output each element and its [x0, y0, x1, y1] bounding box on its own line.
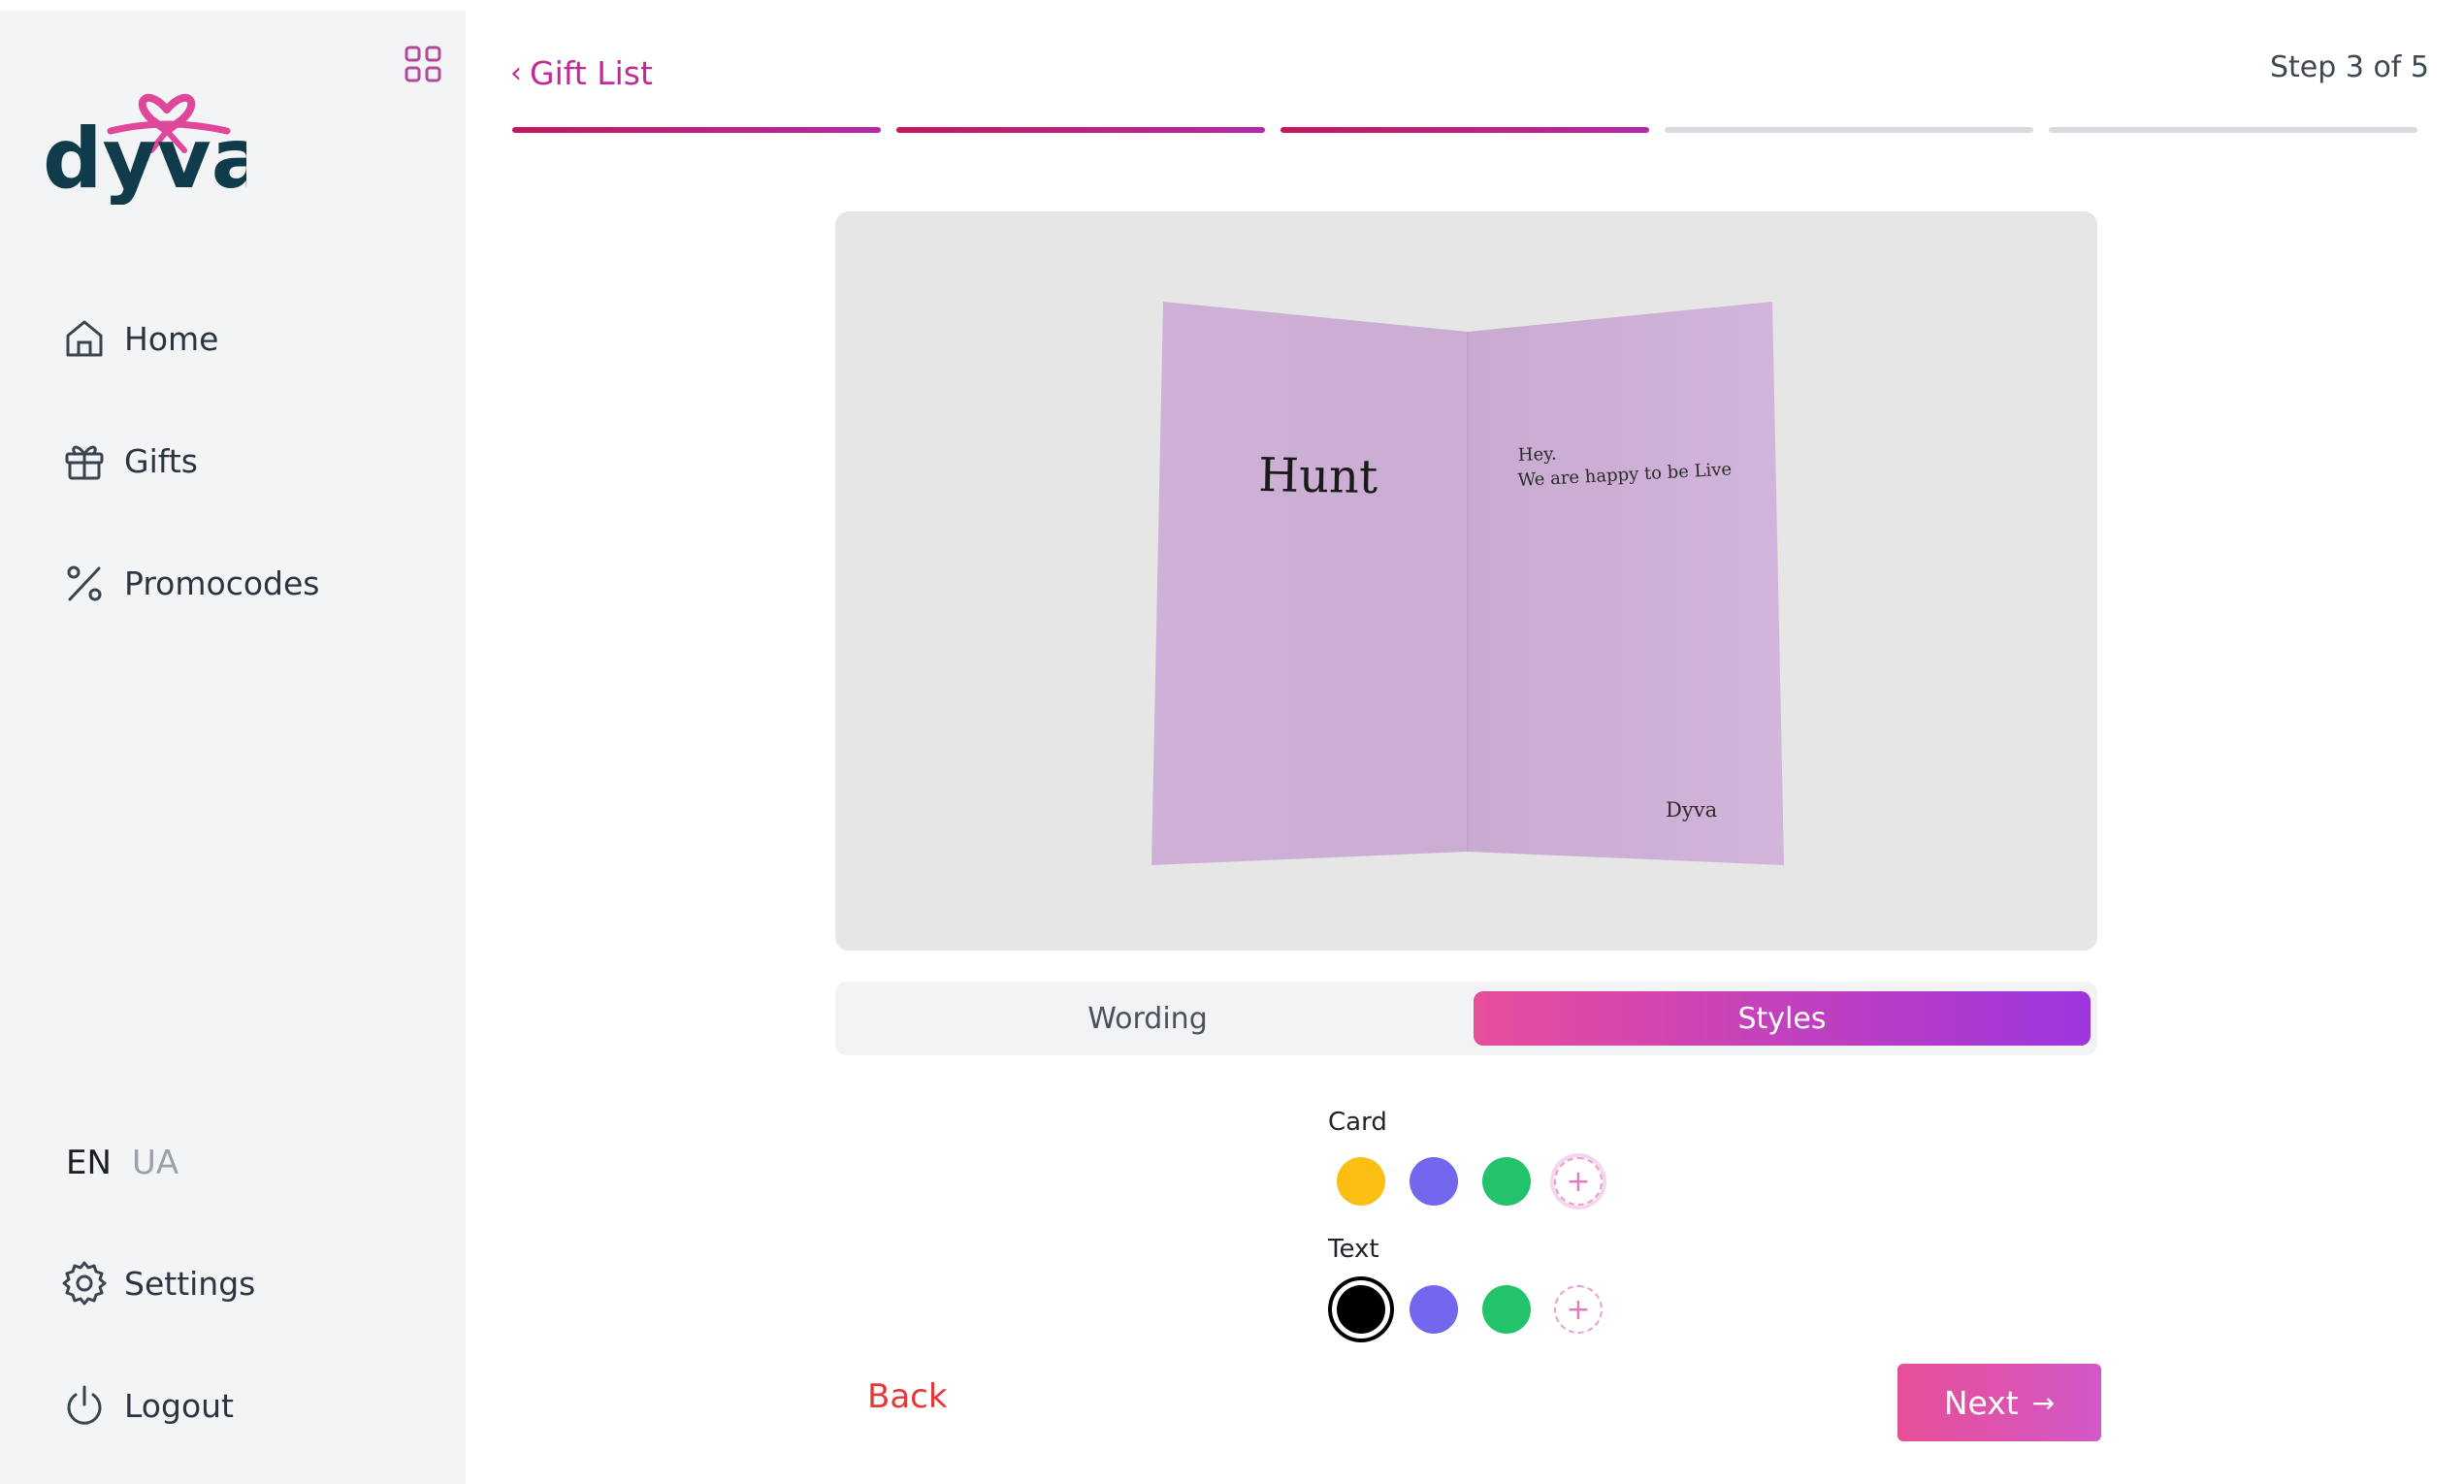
nav-gifts-label: Gifts [124, 441, 198, 480]
gear-icon [60, 1259, 109, 1307]
editor-tabs: Wording Styles [835, 982, 2097, 1055]
plus-icon: + [1566, 1164, 1591, 1199]
nav-settings-label: Settings [124, 1264, 256, 1303]
nav-logout[interactable]: Logout [60, 1376, 234, 1435]
card-color-green[interactable] [1482, 1157, 1531, 1206]
text-color-black[interactable] [1337, 1285, 1385, 1334]
text-color-add-button[interactable]: + [1554, 1285, 1603, 1334]
progress-step-3 [1281, 127, 1649, 133]
back-to-gift-list-link[interactable]: ‹ Gift List [510, 54, 653, 92]
brand-logo[interactable]: dyva [43, 69, 268, 208]
nav-logout-label: Logout [124, 1386, 234, 1425]
text-color-green[interactable] [1482, 1285, 1531, 1334]
power-icon [60, 1381, 109, 1430]
progress-step-2 [896, 127, 1265, 133]
tab-styles[interactable]: Styles [1474, 991, 2091, 1046]
plus-icon: + [1566, 1292, 1591, 1327]
card-color-yellow[interactable] [1337, 1157, 1385, 1206]
card-preview: Hunt Hey. We are happy to be Live Dyva [835, 211, 2097, 951]
home-icon [60, 314, 109, 363]
card-left-panel [1151, 302, 1468, 865]
svg-text:dyva: dyva [43, 111, 246, 205]
back-link-label: Gift List [530, 54, 653, 92]
nav-home-label: Home [124, 319, 219, 358]
next-button-label: Next [1943, 1383, 2019, 1422]
card-right-panel [1468, 302, 1784, 865]
step-indicator: Step 3 of 5 [2269, 50, 2429, 84]
progress-step-1 [512, 127, 881, 133]
tab-wording[interactable]: Wording [839, 991, 1456, 1046]
card-color-add-button[interactable]: + [1554, 1157, 1603, 1206]
grid-icon[interactable] [404, 45, 442, 83]
card-front-title: Hunt [1258, 448, 1378, 504]
text-color-purple[interactable] [1410, 1285, 1458, 1334]
lang-en[interactable]: EN [66, 1144, 112, 1182]
next-button[interactable]: Next → [1897, 1364, 2101, 1441]
back-button[interactable]: Back [867, 1377, 948, 1416]
step-progress [512, 127, 2417, 133]
card-color-label: Card [1328, 1108, 1387, 1137]
chevron-left-icon: ‹ [510, 56, 522, 90]
sidebar: dyva Home Gifts Promocodes EN UA Setting… [0, 11, 466, 1484]
nav-promocodes-label: Promocodes [124, 564, 320, 602]
nav-gifts[interactable]: Gifts [60, 432, 198, 490]
card-signature: Dyva [1666, 798, 1717, 822]
nav-home[interactable]: Home [60, 309, 218, 368]
text-color-label: Text [1328, 1235, 1379, 1264]
arrow-right-icon: → [2031, 1386, 2056, 1419]
progress-step-4 [1665, 127, 2033, 133]
card-color-purple[interactable] [1410, 1157, 1458, 1206]
gift-icon [60, 436, 109, 485]
percent-icon [60, 559, 109, 607]
lang-ua[interactable]: UA [132, 1144, 178, 1182]
nav-settings[interactable]: Settings [60, 1254, 255, 1312]
nav-promocodes[interactable]: Promocodes [60, 554, 319, 612]
card-message-line1: Hey. [1517, 444, 1557, 466]
progress-step-5 [2049, 127, 2417, 133]
